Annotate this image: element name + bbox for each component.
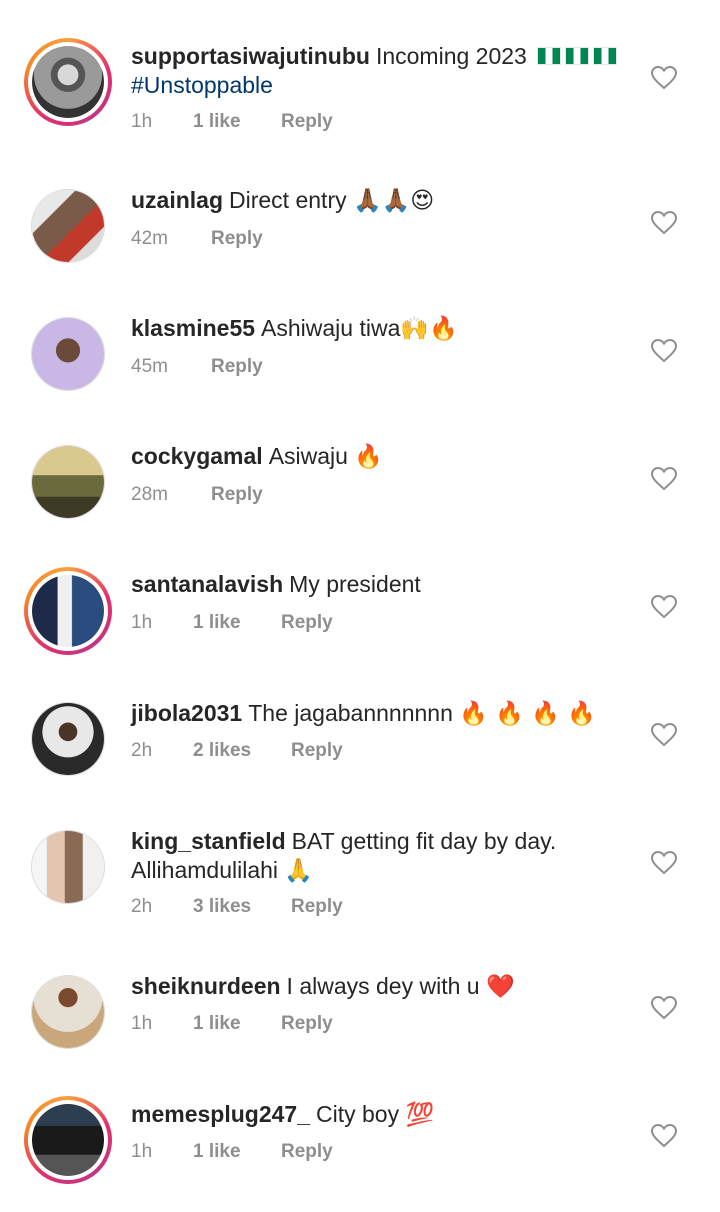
- comment-time: 1h: [131, 1141, 153, 1162]
- username[interactable]: king_stanfield: [131, 828, 286, 854]
- nigeria-flag-icon: [593, 47, 618, 65]
- username[interactable]: klasmine55: [131, 315, 255, 341]
- nigeria-flag-icon: [537, 47, 562, 65]
- comment-time: 1h: [131, 612, 153, 633]
- reply-button[interactable]: Reply: [291, 896, 343, 918]
- heart-icon[interactable]: [651, 595, 677, 619]
- comment-text: cockygamal Asiwaju 🔥: [131, 442, 631, 472]
- username[interactable]: sheiknurdeen: [131, 973, 281, 999]
- heart-icon[interactable]: [651, 467, 677, 491]
- comment-text: memesplug247_ City boy 💯: [131, 1100, 631, 1130]
- nigeria-flag-icon: [565, 47, 590, 65]
- comment-meta: 42m Reply: [131, 228, 263, 250]
- emoji: 🙏🏾🙏🏾😍: [353, 188, 435, 214]
- comment-body: My president: [289, 571, 421, 597]
- comment-text: sheiknurdeen I always dey with u ❤️: [131, 972, 631, 1002]
- comment-meta: 1h 1 like Reply: [131, 1013, 333, 1035]
- heart-icon[interactable]: [651, 339, 677, 363]
- comment-meta: 1h 1 like Reply: [131, 111, 333, 133]
- username[interactable]: santanalavish: [131, 571, 283, 597]
- avatar[interactable]: [32, 318, 104, 390]
- reply-button[interactable]: Reply: [211, 484, 263, 506]
- comment-time: 2h: [131, 896, 153, 917]
- heart-icon[interactable]: [651, 851, 677, 875]
- comment-body: Ashiwaju tiwa: [261, 315, 401, 341]
- comment-text: uzainlag Direct entry 🙏🏾🙏🏾😍: [131, 186, 631, 216]
- avatar[interactable]: [32, 831, 104, 903]
- emoji: ❤️: [485, 974, 515, 1000]
- hashtag-link[interactable]: #Unstoppable: [131, 72, 273, 98]
- likes-count[interactable]: 3 likes: [193, 896, 291, 918]
- heart-icon[interactable]: [651, 1124, 677, 1148]
- comment-meta: 2h 3 likes Reply: [131, 896, 343, 918]
- comment-meta: 45m Reply: [131, 356, 263, 378]
- emoji: 🔥: [354, 444, 383, 470]
- comment-body: Direct entry: [229, 187, 347, 213]
- comment-time: 1h: [131, 111, 153, 132]
- comment-text: santanalavish My president: [131, 570, 631, 599]
- comment-text: jibola2031 The jagabannnnnnn 🔥 🔥 🔥 🔥: [131, 699, 631, 729]
- comment-meta: 1h 1 like Reply: [131, 612, 333, 634]
- username[interactable]: uzainlag: [131, 187, 223, 213]
- comment-time: 45m: [131, 356, 168, 377]
- comment-text: klasmine55 Ashiwaju tiwa🙌🔥: [131, 314, 631, 344]
- emoji: 🙏: [284, 858, 314, 884]
- comment-text: king_stanfield BAT getting fit day by day…: [131, 827, 631, 886]
- comment-time: 1h: [131, 1013, 153, 1034]
- avatar[interactable]: [24, 567, 112, 655]
- reply-button[interactable]: Reply: [211, 356, 263, 378]
- username[interactable]: cockygamal: [131, 443, 263, 469]
- comment-meta: 1h 1 like Reply: [131, 1141, 333, 1163]
- avatar[interactable]: [32, 446, 104, 518]
- comment-text: supportasiwajutinubu Incoming 2023 #Unsto…: [131, 42, 631, 100]
- username[interactable]: memesplug247_: [131, 1101, 310, 1127]
- reply-button[interactable]: Reply: [281, 1141, 333, 1163]
- emoji: 🔥 🔥 🔥 🔥: [459, 701, 596, 727]
- comment-body: Incoming 2023: [375, 43, 527, 69]
- likes-count[interactable]: 1 like: [193, 612, 281, 634]
- reply-button[interactable]: Reply: [211, 228, 263, 250]
- likes-count[interactable]: 2 likes: [193, 740, 291, 762]
- heart-icon[interactable]: [651, 996, 677, 1020]
- comment-meta: 28m Reply: [131, 484, 263, 506]
- comment-body: The jagabannnnnnn: [248, 700, 453, 726]
- comment-time: 2h: [131, 740, 153, 761]
- avatar[interactable]: [32, 703, 104, 775]
- likes-count[interactable]: 1 like: [193, 111, 281, 133]
- reply-button[interactable]: Reply: [281, 1013, 333, 1035]
- username[interactable]: jibola2031: [131, 700, 242, 726]
- reply-button[interactable]: Reply: [291, 740, 343, 762]
- comment-body: I always dey with u: [286, 973, 480, 999]
- comment-time: 28m: [131, 484, 168, 505]
- avatar[interactable]: [24, 1096, 112, 1184]
- emoji: 💯: [405, 1102, 435, 1128]
- comment-body: City boy: [315, 1101, 400, 1127]
- avatar[interactable]: [32, 976, 104, 1048]
- comment-time: 42m: [131, 228, 168, 249]
- heart-icon[interactable]: [651, 723, 677, 747]
- comment-body: Asiwaju: [268, 443, 348, 469]
- avatar[interactable]: [24, 38, 112, 126]
- comment-meta: 2h 2 likes Reply: [131, 740, 343, 762]
- heart-icon[interactable]: [651, 66, 677, 90]
- likes-count[interactable]: 1 like: [193, 1013, 281, 1035]
- emoji: 🙌🔥: [400, 316, 458, 342]
- likes-count[interactable]: 1 like: [193, 1141, 281, 1163]
- reply-button[interactable]: Reply: [281, 111, 333, 133]
- avatar[interactable]: [32, 190, 104, 262]
- heart-icon[interactable]: [651, 211, 677, 235]
- username[interactable]: supportasiwajutinubu: [131, 43, 370, 69]
- reply-button[interactable]: Reply: [281, 612, 333, 634]
